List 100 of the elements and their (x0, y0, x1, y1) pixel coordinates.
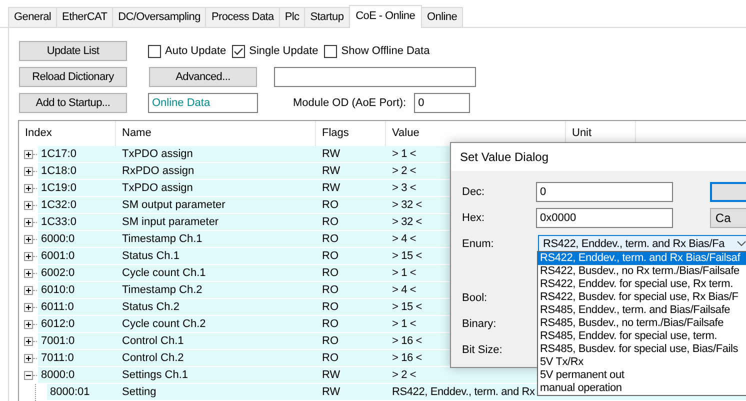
field-label: Hex: (462, 212, 486, 224)
dropdown-option[interactable]: RS422, Busdev. for special use, Rx Bias/F (538, 291, 746, 304)
field-label: Dec: (462, 186, 486, 198)
table-cell-text: > 15 < (391, 300, 422, 315)
tab[interactable]: General (8, 7, 58, 27)
table-cell-text: TxPDO assign (121, 147, 194, 162)
expander-icon[interactable] (24, 354, 33, 363)
dropdown-option[interactable]: RS485, Enddev., term. and Bias/Failsafe (538, 304, 746, 317)
table-cell-text: > 4 < (391, 232, 416, 247)
table-cell-text: RS422, Enddev., term. and Rx (391, 385, 535, 400)
input-field[interactable]: 0x0000 (536, 208, 674, 228)
online-data-field[interactable]: Online Data (148, 93, 258, 113)
field-label: Enum: (462, 238, 495, 250)
dialog-button[interactable]: Ca (710, 208, 746, 228)
expander-icon[interactable] (24, 269, 33, 278)
tab[interactable]: Startup (304, 7, 350, 27)
table-cell-text: Setting (121, 385, 158, 400)
table-cell-text: RO (321, 215, 340, 230)
update-list-button[interactable]: Update List (19, 41, 127, 61)
dropdown-option[interactable]: RS485, Busdev., no term./Bias/Failsafe (538, 317, 746, 330)
expander-icon[interactable] (24, 167, 33, 176)
dropdown-option[interactable]: manual operation (538, 382, 746, 395)
table-cell-text: > 2 < (391, 164, 416, 179)
reload-dictionary-button[interactable]: Reload Dictionary (19, 67, 127, 87)
expander-icon[interactable] (24, 252, 33, 261)
tab[interactable]: EtherCAT (56, 7, 114, 27)
table-cell-text: Control Ch.1 (121, 334, 185, 349)
expander-icon[interactable] (24, 303, 33, 312)
tab[interactable]: Online (421, 7, 464, 27)
checkbox[interactable] (324, 44, 338, 58)
chevron-icon (737, 241, 746, 247)
table-cell-text: RO (321, 266, 340, 281)
checkbox-label: Show Offline Data (341, 45, 430, 57)
dropdown-option[interactable]: RS422, Enddev., term. and Rx Bias/Failsaf (538, 252, 746, 265)
table-cell: 6012:0 (38, 316, 116, 333)
advanced-button[interactable]: Advanced... (149, 67, 257, 87)
dropdown-option[interactable]: RS485, Busdev. for special use, Bias/Fails (538, 343, 746, 356)
dropdown-option[interactable]: 5V Tx/Rx (538, 356, 746, 369)
table-cell-text: RW (321, 164, 342, 179)
table-cell-text: > 4 < (391, 283, 416, 298)
dropdown-option[interactable]: RS485, Enddev. for special use, term. (538, 330, 746, 343)
table-cell-text: SM input parameter (121, 215, 220, 230)
table-cell-text: RW (321, 147, 342, 162)
port-field[interactable]: 0 (414, 93, 470, 113)
table-cell-text: > 1 < (391, 147, 416, 162)
table-cell-text: Timestamp Ch.1 (121, 232, 204, 247)
table-cell: 1C18:0 (38, 163, 116, 180)
dropdown-option[interactable]: RS422, Busdev., no Rx term./Bias/Failsafe (538, 265, 746, 278)
add-to-startup-button[interactable]: Add to Startup... (19, 93, 127, 113)
dropdown-option[interactable]: 5V permanent out (538, 369, 746, 382)
table-cell-text: TxPDO assign (121, 181, 194, 196)
table-cell-text: Status Ch.1 (121, 249, 180, 264)
table-cell: 6010:0 (38, 282, 116, 299)
field-label: Bool: (462, 292, 488, 304)
table-cell-text: > 1 < (391, 266, 416, 281)
checkbox[interactable] (148, 44, 161, 58)
table-cell-text: Status Ch.2 (121, 300, 180, 315)
table-cell-text: Timestamp Ch.2 (121, 283, 204, 298)
table-cell: 1C19:0 (38, 180, 116, 197)
table-cell: 1C32:0 (38, 197, 116, 214)
table-cell: 8000:01 (47, 384, 116, 401)
table-cell-text: RO (321, 317, 340, 332)
expander-icon[interactable] (24, 286, 33, 295)
table-cell-text: RO (321, 249, 340, 264)
tab[interactable]: Plc (278, 7, 306, 27)
expander-icon[interactable] (24, 184, 33, 193)
module-od-label: Module OD (AoE Port): (293, 97, 406, 109)
table-cell-text: > 16 < (391, 334, 422, 349)
expander-icon[interactable] (24, 218, 33, 227)
table-cell: 8000:0 (38, 367, 116, 384)
expander-icon[interactable] (24, 337, 33, 346)
expander-icon[interactable] (24, 235, 33, 244)
expander-icon[interactable] (24, 371, 33, 380)
table-cell: 7011:0 (38, 350, 116, 367)
expander-icon[interactable] (24, 201, 33, 210)
checkbox[interactable] (232, 44, 246, 58)
input-field[interactable]: 0 (536, 182, 674, 202)
checkbox-label: Auto Update (165, 45, 226, 57)
expander-icon[interactable] (24, 320, 33, 329)
table-cell-text: RxPDO assign (121, 164, 196, 179)
expander-icon[interactable] (24, 150, 33, 159)
table-cell-text: RW (321, 385, 342, 400)
table-cell-text: RO (321, 300, 340, 315)
text-field[interactable] (274, 67, 476, 87)
tab[interactable]: CoE - Online (348, 5, 422, 28)
table-cell-text: Cycle count Ch.1 (121, 266, 207, 281)
dialog-title: Set Value Dialog (451, 143, 746, 171)
table-cell-text: > 3 < (391, 181, 416, 196)
dropdown-option[interactable]: RS422, Enddev. for special use, Rx term. (538, 278, 746, 291)
table-cell-text: Cycle count Ch.2 (121, 317, 207, 332)
table-cell-text: RO (321, 334, 340, 349)
table-cell-text: > 32 < (391, 215, 422, 230)
table-cell-text: > 2 < (391, 368, 416, 383)
field-label: Bit Size: (462, 344, 502, 356)
table-cell-text: > 15 < (391, 249, 422, 264)
tab[interactable]: Process Data (205, 7, 280, 27)
tab[interactable]: DC/Oversampling (112, 7, 206, 27)
table-cell: 6002:0 (38, 265, 116, 282)
table-cell: 1C33:0 (38, 214, 116, 231)
table-cell: 6011:0 (38, 299, 116, 316)
